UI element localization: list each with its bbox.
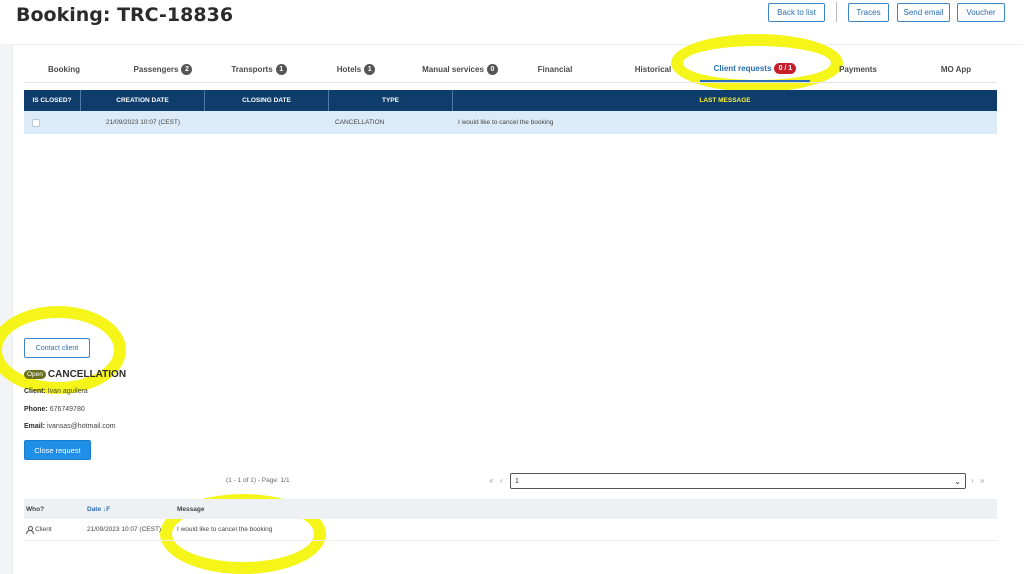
- last-page-icon[interactable]: »: [980, 476, 984, 485]
- next-page-icon[interactable]: ›: [971, 476, 974, 485]
- prev-page-icon[interactable]: ‹: [500, 476, 503, 485]
- phone-value: 676749780: [49, 406, 85, 413]
- message-cell: I would like to cancel the booking: [177, 526, 273, 533]
- tab-client-requests[interactable]: Client requests 0 / 1: [700, 57, 810, 82]
- tab-bar: Booking Passengers 2 Transports 1 Hotels 1 …: [24, 57, 997, 83]
- pager-summary: (1 - 1 of 1) - Page: 1/1: [226, 477, 290, 484]
- tab-label: Historical: [634, 65, 672, 74]
- table-row[interactable]: Client 21/09/2023 10:07 (CEST) I would l…: [24, 519, 997, 541]
- col-closing-date[interactable]: CLOSING DATE: [205, 90, 329, 111]
- messages-table: Who? Date ↓F Message Client 21/09/2023 1…: [24, 499, 997, 541]
- contact-client-button[interactable]: Contact client: [24, 338, 90, 358]
- who-cell: Client: [24, 519, 87, 540]
- tab-historical[interactable]: Historical: [620, 57, 686, 82]
- client-label: Client:: [24, 388, 46, 395]
- back-to-list-button[interactable]: Back to list: [768, 3, 825, 22]
- tab-label: Booking: [48, 65, 80, 74]
- tab-label: Financial: [537, 65, 573, 74]
- email-value: ivansas@hotmail.com: [46, 423, 116, 430]
- left-gutter: [0, 44, 12, 574]
- client-requests-grid: IS CLOSED? CREATION DATE CLOSING DATE TY…: [24, 90, 997, 134]
- client-value: Ivan aguilera: [47, 388, 88, 395]
- selected-page: 1: [515, 477, 519, 485]
- tab-mo-app[interactable]: MO App: [924, 57, 988, 82]
- caret-down-icon: ⌄: [954, 477, 961, 486]
- phone-info: Phone: 676749780: [24, 406, 85, 413]
- voucher-button[interactable]: Voucher: [957, 3, 1005, 22]
- tab-booking[interactable]: Booking: [30, 57, 98, 82]
- col-is-closed[interactable]: IS CLOSED?: [24, 90, 81, 111]
- col-message[interactable]: Message: [177, 499, 577, 519]
- tab-label: Transports: [231, 65, 273, 74]
- date-cell: 21/09/2023 10:07 (CEST): [87, 526, 162, 533]
- page-title: Booking: TRC-18836: [16, 4, 234, 26]
- email-info: Email: ivansas@hotmail.com: [24, 423, 116, 430]
- send-email-button[interactable]: Send email: [897, 3, 950, 22]
- email-label: Email:: [24, 423, 46, 430]
- type-cell: CANCELLATION: [335, 119, 385, 126]
- client-info: Client: Ivan aguilera: [24, 388, 88, 395]
- grid-header: IS CLOSED? CREATION DATE CLOSING DATE TY…: [24, 90, 997, 111]
- close-request-button[interactable]: Close request: [24, 440, 91, 460]
- tab-label: Hotels: [336, 65, 362, 74]
- tab-count-badge: 1: [364, 64, 376, 75]
- tab-hotels[interactable]: Hotels 1: [322, 57, 390, 82]
- tab-financial[interactable]: Financial: [520, 57, 590, 82]
- is-closed-checkbox[interactable]: [32, 118, 40, 127]
- page-header: Booking: TRC-18836 Back to list Traces S…: [0, 0, 1024, 40]
- tab-count-badge: 0 / 1: [774, 63, 797, 74]
- tab-count-badge: 2: [181, 64, 193, 75]
- tab-label: MO App: [940, 65, 972, 74]
- tab-count-badge: 0: [486, 64, 498, 75]
- col-who[interactable]: Who?: [24, 499, 87, 519]
- tab-transports[interactable]: Transports 1: [220, 57, 298, 82]
- tab-passengers[interactable]: Passengers 2: [124, 57, 202, 82]
- booking-page: Booking: TRC-18836 Back to list Traces S…: [0, 0, 1024, 574]
- col-date[interactable]: Date ↓F: [87, 499, 177, 519]
- header-divider: [836, 2, 837, 22]
- last-message-cell: I would like to cancel the booking: [458, 119, 554, 126]
- request-status-line: Open CANCELLATION: [24, 369, 126, 380]
- col-creation-date[interactable]: CREATION DATE: [81, 90, 205, 111]
- col-type[interactable]: TYPE: [329, 90, 453, 111]
- traces-button[interactable]: Traces: [848, 3, 889, 22]
- first-page-icon[interactable]: «: [489, 476, 493, 485]
- phone-label: Phone:: [24, 406, 48, 413]
- col-last-message[interactable]: LAST MESSAGE: [453, 90, 997, 111]
- table-row[interactable]: 21/09/2023 10:07 (CEST) CANCELLATION I w…: [24, 111, 997, 134]
- closing-date-cell: [205, 111, 329, 134]
- tab-label: Payments: [839, 65, 877, 74]
- tab-label: Passengers: [133, 65, 179, 74]
- who-value: Client: [35, 526, 52, 533]
- page-select[interactable]: 1 ⌄: [510, 473, 966, 489]
- creation-date-cell: 21/09/2023 10:07 (CEST): [105, 119, 181, 126]
- tab-count-badge: 1: [275, 64, 287, 75]
- request-type-title: CANCELLATION: [47, 369, 127, 380]
- messages-header: Who? Date ↓F Message: [24, 499, 997, 519]
- status-badge: Open: [24, 370, 46, 379]
- tab-label: Client requests: [713, 64, 772, 73]
- tab-manual-services[interactable]: Manual services 0: [410, 57, 510, 82]
- tab-payments[interactable]: Payments: [824, 57, 892, 82]
- user-icon: [26, 526, 34, 534]
- tab-label: Manual services: [422, 65, 484, 74]
